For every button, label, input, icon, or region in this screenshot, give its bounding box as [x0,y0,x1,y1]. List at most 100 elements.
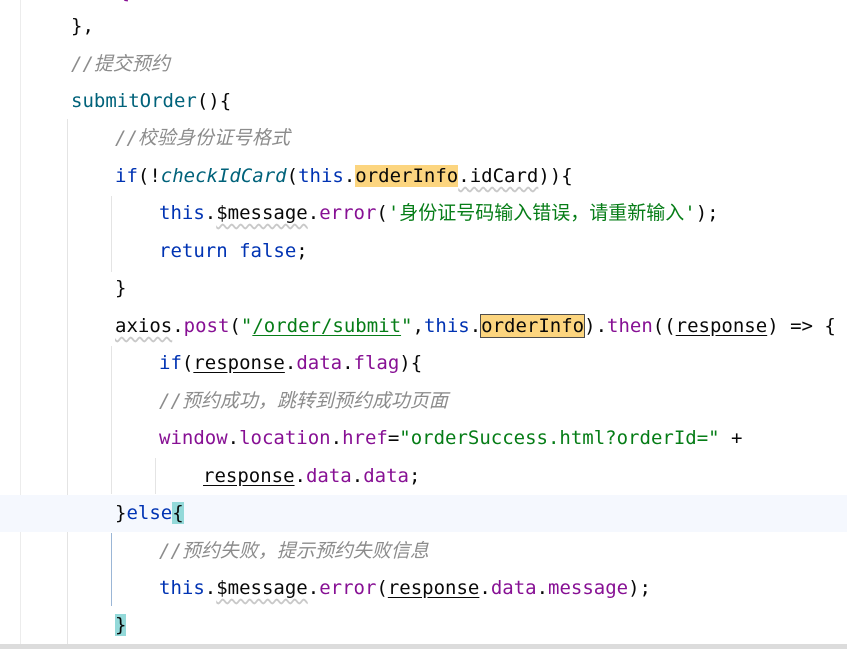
code-token: . [342,352,354,374]
code-token: .idCard [458,165,539,187]
code-token: ); [695,202,719,224]
code-token: "orderSuccess.html?orderId=" [399,427,720,449]
code-token: orderInfo [355,165,459,187]
code-token: ( [376,577,388,599]
code-token: (){ [196,90,232,112]
code-line[interactable]: axios.post("/order/submit",this.orderInf… [0,308,847,345]
code-token: ( [286,165,299,187]
code-token: . [307,202,320,224]
code-token: (( [652,315,676,337]
code-token: /order/submit [252,315,402,337]
code-line[interactable]: this.$message.error(response.data.messag… [0,570,847,607]
code-token: . [330,427,343,449]
code-line[interactable]: response.data.data; [0,458,847,495]
code-line[interactable]: }else{ [0,495,847,532]
code-token: . [294,465,306,487]
code-token: . [284,352,297,374]
code-token: post [183,315,230,337]
code-line[interactable]: }, [0,8,847,45]
code-token: , [412,315,424,337]
code-token: return [159,240,228,262]
code-token: error [319,202,377,224]
code-line-text: }else{ [115,495,184,532]
code-line[interactable]: } [0,607,847,644]
code-token: } [115,614,127,636]
code-line[interactable]: //校验身份证号格式 [0,120,847,157]
code-token: ( [376,202,388,224]
code-line-text: response.data.data; [203,458,420,495]
code-token: )){ [538,165,573,187]
code-token: (! [137,165,161,187]
code-token: ( [229,315,241,337]
code-token: ); [628,577,651,599]
code-line-text: window.location.href="orderSuccess.html?… [159,420,742,457]
code-token: axios [115,315,173,337]
code-line[interactable]: if(response.data.flag){ [0,345,847,382]
code-token: ; [408,465,421,487]
code-token: this [159,202,205,224]
code-token: }, [71,15,94,37]
code-token: false [239,240,297,262]
code-token: //提交预约 [71,53,170,75]
code-line[interactable]: } [0,270,847,307]
code-line[interactable]: //预约失败，提示预约失败信息 [0,533,847,570]
code-token: ). [584,315,608,337]
code-token: response [387,577,480,599]
code-line[interactable]: this.$message.error('身份证号码输入错误，请重新输入'); [0,195,847,232]
code-line[interactable]: //预约成功，跳转到预约成功页面 [0,383,847,420]
code-token: location [239,427,331,449]
code-token: this [423,315,470,337]
code-token: if [115,165,138,187]
code-token: href [342,427,388,449]
code-token: " [240,315,253,337]
code-token: this [298,165,344,187]
code-line-text: this.$message.error('身份证号码输入错误，请重新输入'); [159,195,719,232]
code-token: $message [216,202,308,224]
code-token: response [193,352,285,374]
code-line-text: //预约成功，跳转到预约成功页面 [159,383,448,420]
code-token: data [363,465,409,487]
code-line-text: submitOrder(){ [71,83,231,120]
code-token: //预约成功，跳转到预约成功页面 [159,390,448,412]
code-line-text: this.$message.error(response.data.messag… [159,570,651,607]
code-token: //预约失败，提示预约失败信息 [159,540,429,562]
code-token: . [227,427,240,449]
code-token: } [115,277,127,299]
code-token: window [159,427,228,449]
code-line-text: if(response.data.flag){ [159,345,422,382]
code-token: message [548,577,629,599]
code-token: . [343,165,356,187]
horizontal-scrollbar[interactable] [0,644,847,649]
code-token: = [387,427,400,449]
code-line-text: } [115,607,127,644]
code-line-text: //校验身份证号格式 [115,120,290,157]
code-line[interactable]: return false; [0,233,847,270]
code-line-text: }, [71,8,94,45]
code-token: " [401,315,413,337]
code-token: data [490,577,537,599]
code-token: . [479,577,491,599]
code-line[interactable]: //提交预约 [0,46,847,83]
code-token: . [351,465,364,487]
code-token: checkIdCard [160,165,287,187]
code-line[interactable]: submitOrder(){ [0,83,847,120]
code-token: } [115,502,127,524]
code-token: response [675,315,768,337]
code-editor[interactable]: methods:{},//提交预约submitOrder(){//校验身份证号格… [0,0,847,649]
code-token: flag [353,352,400,374]
code-token: if [159,352,182,374]
code-token: this [159,577,205,599]
code-token: methods:{ [27,0,130,3]
code-token: . [204,202,217,224]
code-line-text: return false; [159,233,308,270]
code-token: error [319,577,377,599]
code-line-text: //提交预约 [71,46,170,83]
code-token: response [203,465,295,487]
code-line[interactable]: window.location.href="orderSuccess.html?… [0,420,847,457]
code-token: submitOrder [71,90,197,112]
code-token: data [305,465,352,487]
code-token: orderInfo [480,314,586,338]
code-line[interactable]: if(!checkIdCard(this.orderInfo.idCard)){ [0,158,847,195]
code-token: ; [296,240,308,262]
code-line-text: //预约失败，提示预约失败信息 [159,533,429,570]
